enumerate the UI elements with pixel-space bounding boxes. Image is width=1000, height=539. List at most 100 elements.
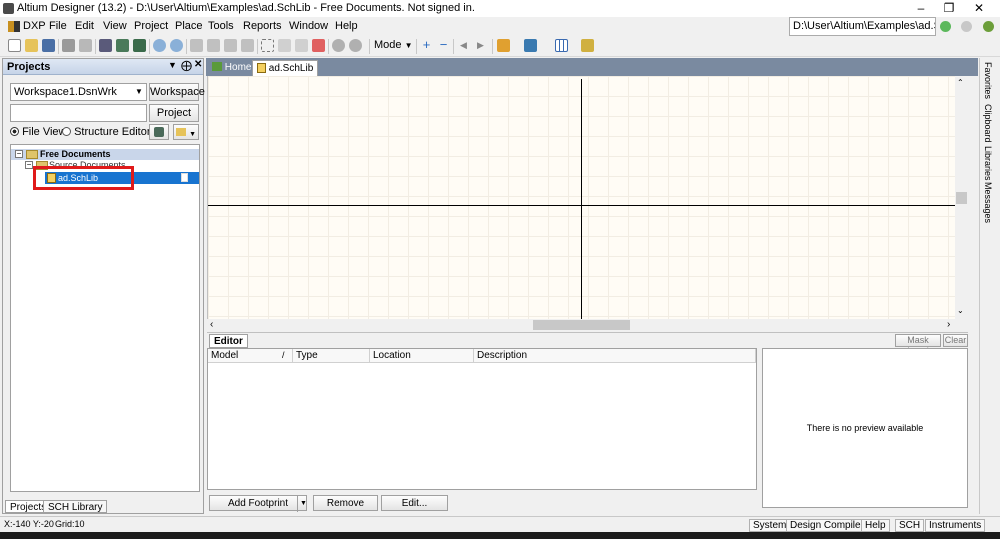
schematic-library-canvas[interactable] bbox=[207, 76, 955, 319]
toolbar-separator bbox=[492, 39, 493, 54]
cut-icon[interactable] bbox=[190, 39, 203, 52]
chevron-down-icon[interactable]: ⌄ bbox=[957, 306, 964, 315]
file-view-radio[interactable]: File View bbox=[10, 126, 67, 138]
device-sheet-icon[interactable] bbox=[133, 39, 146, 52]
rubber-stamp-icon[interactable] bbox=[241, 39, 254, 52]
horizontal-scroll-thumb[interactable] bbox=[533, 320, 630, 330]
tab-home[interactable]: Home bbox=[208, 60, 255, 76]
print-preview-icon[interactable] bbox=[79, 39, 92, 52]
undo-icon[interactable] bbox=[332, 39, 345, 52]
menu-dxp[interactable]: DXP bbox=[23, 20, 46, 32]
toolbar-separator bbox=[95, 39, 96, 54]
status-instruments-button[interactable]: Instruments bbox=[925, 519, 986, 532]
canvas-vertical-scrollbar[interactable]: ⌃ ⌄ bbox=[955, 76, 968, 319]
print-icon[interactable] bbox=[62, 39, 75, 52]
ieee-symbols-icon[interactable] bbox=[497, 39, 510, 52]
paste-icon[interactable] bbox=[224, 39, 237, 52]
pin-icon[interactable]: ⨁ bbox=[181, 59, 192, 72]
clear-selection-icon[interactable] bbox=[312, 39, 325, 52]
edit-button[interactable]: Edit... bbox=[381, 495, 448, 511]
tab-ad-schlib[interactable]: ad.SchLib bbox=[252, 60, 319, 76]
minimize-button[interactable]: – bbox=[906, 0, 936, 17]
model-manager-icon[interactable] bbox=[581, 39, 594, 52]
highlight-annotation-box bbox=[33, 166, 134, 190]
menu-place[interactable]: Place bbox=[175, 20, 203, 32]
tab-clipboard[interactable]: Clipboard bbox=[983, 104, 993, 143]
chevron-left-icon[interactable]: ‹ bbox=[210, 319, 213, 330]
menu-file[interactable]: File bbox=[49, 20, 67, 32]
close-panel-icon[interactable]: ✕ bbox=[194, 59, 202, 70]
next-part-icon[interactable]: ▶ bbox=[474, 39, 487, 52]
tab-favorites[interactable]: Favorites bbox=[983, 62, 993, 99]
library-icon[interactable] bbox=[116, 39, 129, 52]
move-icon[interactable] bbox=[278, 39, 291, 52]
collapse-icon[interactable]: − bbox=[25, 161, 33, 169]
zoom-out-icon[interactable] bbox=[170, 39, 183, 52]
workspace-button[interactable]: Workspace bbox=[149, 83, 205, 101]
new-icon[interactable] bbox=[8, 39, 21, 52]
mode-label: Mode bbox=[374, 39, 402, 51]
open-icon[interactable] bbox=[25, 39, 38, 52]
chevron-down-icon[interactable]: ▼ bbox=[297, 496, 307, 512]
column-header-description[interactable]: Description bbox=[474, 349, 756, 363]
mask-level-button[interactable]: Mask Level bbox=[895, 334, 941, 356]
status-system-button[interactable]: System bbox=[749, 519, 791, 532]
add-part-icon[interactable]: + bbox=[420, 38, 433, 52]
vertical-scroll-thumb[interactable] bbox=[956, 192, 967, 204]
tab-sch-library[interactable]: SCH Library bbox=[43, 500, 108, 513]
project-button[interactable]: Project bbox=[149, 104, 199, 122]
panel-menu-icon[interactable]: ▼ bbox=[168, 60, 177, 70]
tree-root-label: Free Documents bbox=[40, 149, 111, 159]
add-footprint-button[interactable]: Add Footprint ▼ bbox=[209, 495, 307, 512]
toolbar-separator bbox=[369, 39, 370, 54]
canvas-horizontal-scrollbar[interactable]: ‹ › bbox=[207, 319, 968, 332]
tab-messages[interactable]: Messages bbox=[983, 182, 993, 223]
column-header-location[interactable]: Location bbox=[370, 349, 474, 363]
chevron-right-icon[interactable]: › bbox=[947, 319, 950, 330]
status-sch-button[interactable]: SCH bbox=[895, 519, 925, 532]
project-folder-dropdown-button[interactable]: ▼ bbox=[173, 124, 199, 140]
grid-icon[interactable] bbox=[555, 39, 568, 52]
nav-forward-icon[interactable] bbox=[961, 21, 972, 32]
document-path-field[interactable]: D:\User\Altium\Examples\ad.Sc bbox=[789, 17, 936, 36]
menu-help[interactable]: Help bbox=[335, 20, 358, 32]
close-button[interactable]: ✕ bbox=[964, 0, 994, 17]
maximize-button[interactable]: ❐ bbox=[934, 0, 964, 17]
chevron-down-icon: ▼ bbox=[404, 41, 413, 50]
project-options-button[interactable] bbox=[149, 124, 169, 140]
project-search-input[interactable] bbox=[10, 104, 147, 122]
clear-button[interactable]: Clear bbox=[943, 334, 968, 347]
drawing-tools-icon[interactable] bbox=[524, 39, 537, 52]
collapse-icon[interactable]: − bbox=[15, 150, 23, 158]
remove-part-icon[interactable]: − bbox=[437, 38, 450, 52]
select-area-icon[interactable] bbox=[261, 39, 274, 52]
workspace-select[interactable]: Workspace1.DsnWrk ▼ bbox=[10, 83, 147, 101]
zoom-in-icon[interactable] bbox=[153, 39, 166, 52]
tree-root-row[interactable]: − Free Documents bbox=[11, 149, 199, 160]
nav-go-icon[interactable] bbox=[983, 21, 994, 32]
redo-icon[interactable] bbox=[349, 39, 362, 52]
copy-icon[interactable] bbox=[207, 39, 220, 52]
column-header-model[interactable]: Model / bbox=[208, 349, 293, 363]
move-selection-icon[interactable] bbox=[295, 39, 308, 52]
column-header-type[interactable]: Type bbox=[293, 349, 370, 363]
menu-view[interactable]: View bbox=[103, 20, 127, 32]
previous-part-icon[interactable]: ◀ bbox=[457, 39, 470, 52]
status-design-compiler-button[interactable]: Design Compiler bbox=[786, 519, 868, 532]
component-icon[interactable] bbox=[99, 39, 112, 52]
save-icon[interactable] bbox=[42, 39, 55, 52]
tab-libraries[interactable]: Libraries bbox=[983, 146, 993, 181]
mode-dropdown[interactable]: Mode ▼ bbox=[374, 39, 413, 51]
nav-back-icon[interactable] bbox=[940, 21, 951, 32]
tab-editor[interactable]: Editor bbox=[209, 334, 248, 348]
menu-edit[interactable]: Edit bbox=[75, 20, 94, 32]
document-status-icon bbox=[181, 173, 188, 182]
structure-editor-radio[interactable]: Structure Editor bbox=[62, 126, 150, 138]
menu-reports[interactable]: Reports bbox=[243, 20, 282, 32]
remove-button[interactable]: Remove bbox=[313, 495, 378, 511]
chevron-up-icon[interactable]: ⌃ bbox=[957, 78, 964, 87]
menu-project[interactable]: Project bbox=[134, 20, 168, 32]
status-help-button[interactable]: Help bbox=[861, 519, 890, 532]
menu-tools[interactable]: Tools bbox=[208, 20, 234, 32]
menu-window[interactable]: Window bbox=[289, 20, 328, 32]
